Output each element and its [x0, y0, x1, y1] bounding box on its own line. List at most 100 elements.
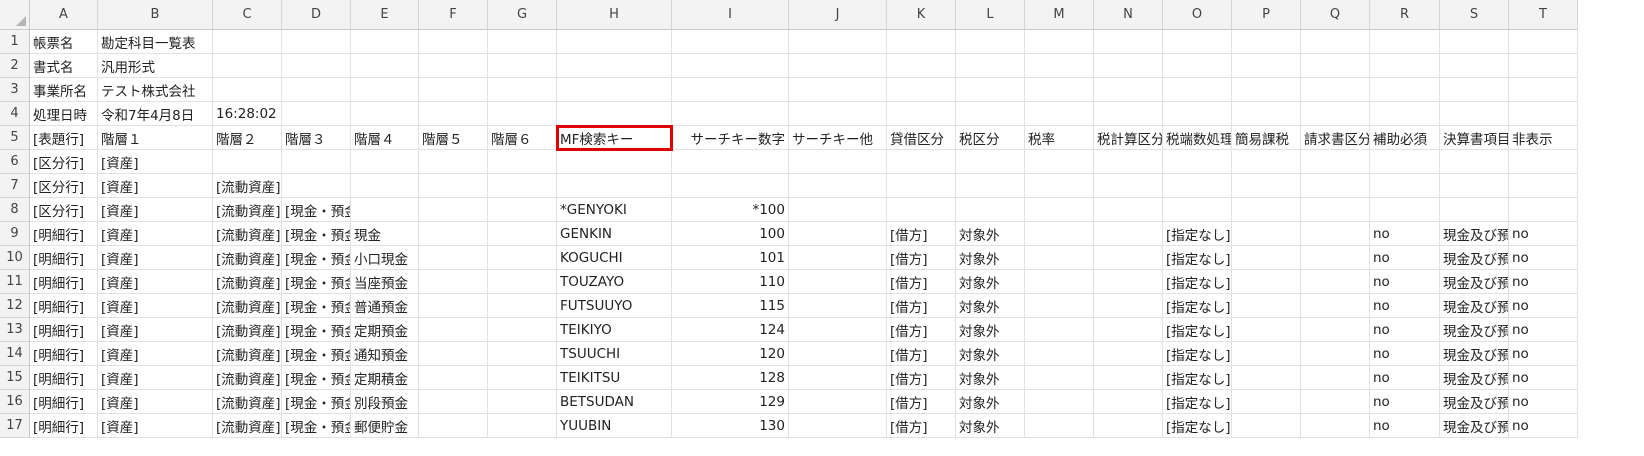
cell-k17[interactable]: [借方]	[887, 414, 956, 438]
cell-n7[interactable]	[1094, 174, 1163, 198]
cell-k3[interactable]	[887, 78, 956, 102]
cell-o8[interactable]	[1163, 198, 1232, 222]
cell-e9[interactable]: 現金	[351, 222, 419, 246]
cell-f5[interactable]: 階層５	[419, 126, 488, 150]
cell-f15[interactable]	[419, 366, 488, 390]
cell-n1[interactable]	[1094, 30, 1163, 54]
cell-n13[interactable]	[1094, 318, 1163, 342]
cell-t16[interactable]: no	[1509, 390, 1578, 414]
cell-e3[interactable]	[351, 78, 419, 102]
cell-s7[interactable]	[1440, 174, 1509, 198]
cell-d13[interactable]: [現金・預金]	[282, 318, 351, 342]
cell-q15[interactable]	[1301, 366, 1370, 390]
cell-j2[interactable]	[789, 54, 887, 78]
cell-s2[interactable]	[1440, 54, 1509, 78]
cell-l8[interactable]	[956, 198, 1025, 222]
row-header-16[interactable]: 16	[0, 390, 30, 414]
cell-i14[interactable]: 120	[672, 342, 789, 366]
cell-e12[interactable]: 普通預金	[351, 294, 419, 318]
cell-q5[interactable]: 請求書区分	[1301, 126, 1370, 150]
cell-s3[interactable]	[1440, 78, 1509, 102]
cell-b15[interactable]: [資産]	[98, 366, 213, 390]
cell-k8[interactable]	[887, 198, 956, 222]
cell-c2[interactable]	[213, 54, 282, 78]
row-header-15[interactable]: 15	[0, 366, 30, 390]
cell-t12[interactable]: no	[1509, 294, 1578, 318]
cell-g8[interactable]	[488, 198, 557, 222]
cell-d15[interactable]: [現金・預金]	[282, 366, 351, 390]
cell-c3[interactable]	[213, 78, 282, 102]
cell-k15[interactable]: [借方]	[887, 366, 956, 390]
cell-t13[interactable]: no	[1509, 318, 1578, 342]
cell-i13[interactable]: 124	[672, 318, 789, 342]
row-header-5[interactable]: 5	[0, 126, 30, 150]
cell-b5[interactable]: 階層１	[98, 126, 213, 150]
cell-q6[interactable]	[1301, 150, 1370, 174]
cell-t11[interactable]: no	[1509, 270, 1578, 294]
cell-k14[interactable]: [借方]	[887, 342, 956, 366]
cell-d4[interactable]	[282, 102, 351, 126]
column-header-g[interactable]: G	[488, 0, 557, 30]
cell-j14[interactable]	[789, 342, 887, 366]
cell-a5[interactable]: [表題行]	[30, 126, 98, 150]
cell-k5[interactable]: 貸借区分	[887, 126, 956, 150]
cell-l12[interactable]: 対象外	[956, 294, 1025, 318]
cell-i3[interactable]	[672, 78, 789, 102]
cell-k10[interactable]: [借方]	[887, 246, 956, 270]
cell-m16[interactable]	[1025, 390, 1094, 414]
cell-p11[interactable]	[1232, 270, 1301, 294]
cell-d8[interactable]: [現金・預金]	[282, 198, 351, 222]
cell-k9[interactable]: [借方]	[887, 222, 956, 246]
column-header-k[interactable]: K	[887, 0, 956, 30]
column-header-r[interactable]: R	[1370, 0, 1440, 30]
cell-r1[interactable]	[1370, 30, 1440, 54]
cell-r8[interactable]	[1370, 198, 1440, 222]
cell-f12[interactable]	[419, 294, 488, 318]
cell-n4[interactable]	[1094, 102, 1163, 126]
cell-h17[interactable]: YUUBIN	[557, 414, 672, 438]
cell-n10[interactable]	[1094, 246, 1163, 270]
cell-q12[interactable]	[1301, 294, 1370, 318]
cell-j17[interactable]	[789, 414, 887, 438]
cell-f1[interactable]	[419, 30, 488, 54]
cell-k6[interactable]	[887, 150, 956, 174]
cell-j10[interactable]	[789, 246, 887, 270]
cell-e14[interactable]: 通知預金	[351, 342, 419, 366]
cell-c12[interactable]: [流動資産]	[213, 294, 282, 318]
column-header-j[interactable]: J	[789, 0, 887, 30]
cell-o12[interactable]: [指定なし]	[1163, 294, 1232, 318]
cell-h16[interactable]: BETSUDAN	[557, 390, 672, 414]
cell-g11[interactable]	[488, 270, 557, 294]
cell-k1[interactable]	[887, 30, 956, 54]
cell-t2[interactable]	[1509, 54, 1578, 78]
cell-g10[interactable]	[488, 246, 557, 270]
row-header-14[interactable]: 14	[0, 342, 30, 366]
cell-c10[interactable]: [流動資産]	[213, 246, 282, 270]
cell-l11[interactable]: 対象外	[956, 270, 1025, 294]
row-header-3[interactable]: 3	[0, 78, 30, 102]
cell-a14[interactable]: [明細行]	[30, 342, 98, 366]
cell-o17[interactable]: [指定なし]	[1163, 414, 1232, 438]
cell-a16[interactable]: [明細行]	[30, 390, 98, 414]
cell-e5[interactable]: 階層４	[351, 126, 419, 150]
cell-i10[interactable]: 101	[672, 246, 789, 270]
cell-r10[interactable]: no	[1370, 246, 1440, 270]
cell-r13[interactable]: no	[1370, 318, 1440, 342]
cell-m4[interactable]	[1025, 102, 1094, 126]
cell-f10[interactable]	[419, 246, 488, 270]
cell-g13[interactable]	[488, 318, 557, 342]
cell-e6[interactable]	[351, 150, 419, 174]
cell-b17[interactable]: [資産]	[98, 414, 213, 438]
cell-c17[interactable]: [流動資産]	[213, 414, 282, 438]
cell-c5[interactable]: 階層２	[213, 126, 282, 150]
cell-a6[interactable]: [区分行]	[30, 150, 98, 174]
cell-p17[interactable]	[1232, 414, 1301, 438]
cell-q4[interactable]	[1301, 102, 1370, 126]
cell-p16[interactable]	[1232, 390, 1301, 414]
cell-s15[interactable]: 現金及び預金	[1440, 366, 1509, 390]
cell-g1[interactable]	[488, 30, 557, 54]
cell-o2[interactable]	[1163, 54, 1232, 78]
cell-i8[interactable]: *100	[672, 198, 789, 222]
cell-g15[interactable]	[488, 366, 557, 390]
cell-i17[interactable]: 130	[672, 414, 789, 438]
